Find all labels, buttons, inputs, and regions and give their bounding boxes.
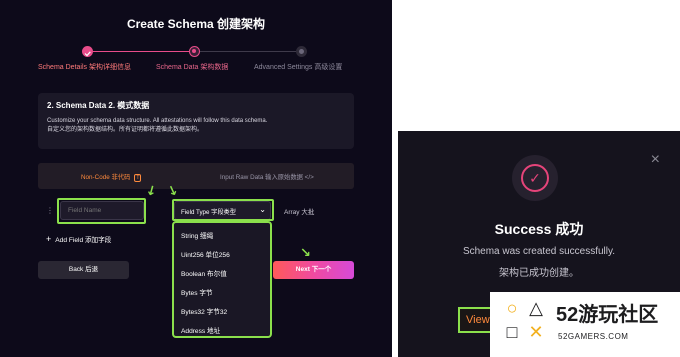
add-field-label: Add Field 添加字段 [55,237,112,244]
success-message-en: Schema was created successfully. [462,246,616,257]
drag-handle-icon[interactable]: ⋮⋮ [46,207,62,215]
step-label-advanced[interactable]: Advanced Settings 高级设置 [254,62,342,72]
triangle-icon: △ [529,298,543,318]
mode-tabs: Non-Code 非代码 T Input Raw Data 输入原始数据 </> [38,163,354,189]
step-pending-icon [296,46,307,57]
section-description-en: Customize your schema data structure. Al… [47,118,268,124]
step-label-details[interactable]: Schema Details 架构详细信息 [38,62,131,72]
array-toggle[interactable]: Array 大批 [284,206,314,216]
next-button[interactable]: Next 下一个 [273,261,354,279]
step-active-icon [189,46,200,57]
dropdown-option-uint256[interactable]: Uint256 单位256 [181,246,270,265]
step-label-data[interactable]: Schema Data 架构数据 [156,62,228,72]
create-schema-panel: Create Schema 创建架构 Schema Details 架构详细信息… [0,0,392,357]
tab-non-code[interactable]: Non-Code 非代码 T [81,172,142,182]
watermark-url: 52GAMERS.COM [558,332,629,341]
stepper: Schema Details 架构详细信息 Schema Data 架构数据 A… [0,45,392,75]
success-message-zh: 架构已成功创建。 [499,268,579,279]
dropdown-option-bytes32[interactable]: Bytes32 字节32 [181,303,270,322]
check-circle-icon: ✓ [521,164,549,192]
text-icon: T [134,174,142,182]
add-field-button[interactable]: + Add Field 添加字段 [46,234,111,244]
field-type-highlight [172,199,274,221]
watermark: ○ △ □ ✕ 52游玩社区 52GAMERS.COM [490,292,680,357]
plus-icon: + [46,234,52,244]
watermark-logo: ○ △ □ ✕ [502,298,548,344]
circle-icon: ○ [506,298,518,318]
dropdown-option-address[interactable]: Address 地址 [181,322,270,341]
section-heading: 2. Schema Data 2. 模式数据 [47,101,150,110]
stepper-line-done [93,51,189,52]
stepper-line-pending [200,51,296,52]
schema-data-section: 2. Schema Data 2. 模式数据 Customize your sc… [38,93,354,149]
field-name-highlight [57,198,146,224]
tab-raw-input[interactable]: Input Raw Data 输入原始数据 </> [220,172,314,181]
dropdown-option-boolean[interactable]: Boolean 布尔值 [181,265,270,284]
success-badge: ✓ [512,155,558,201]
back-button[interactable]: Back 后退 [38,261,129,279]
dropdown-option-bytes[interactable]: Bytes 字节 [181,284,270,303]
close-icon[interactable]: × [651,151,660,169]
dropdown-option-string[interactable]: String 细绳 [181,227,270,246]
cross-icon: ✕ [528,322,544,342]
page-title: Create Schema 创建架构 [126,17,266,31]
step-done-icon [82,46,93,57]
section-description-zh: 自定义您的架构数据结构。所有证明都将遵循此数据架构。 [47,127,204,133]
tab-non-code-label: Non-Code 非代码 [81,174,131,181]
square-icon: □ [506,322,518,342]
success-title: Success 成功 [494,221,584,237]
field-type-dropdown: String 细绳 Uint256 单位256 Boolean 布尔值 Byte… [172,221,272,338]
annotation-arrow-next-icon: ↘ [300,245,311,260]
watermark-name: 52游玩社区 [556,304,659,326]
